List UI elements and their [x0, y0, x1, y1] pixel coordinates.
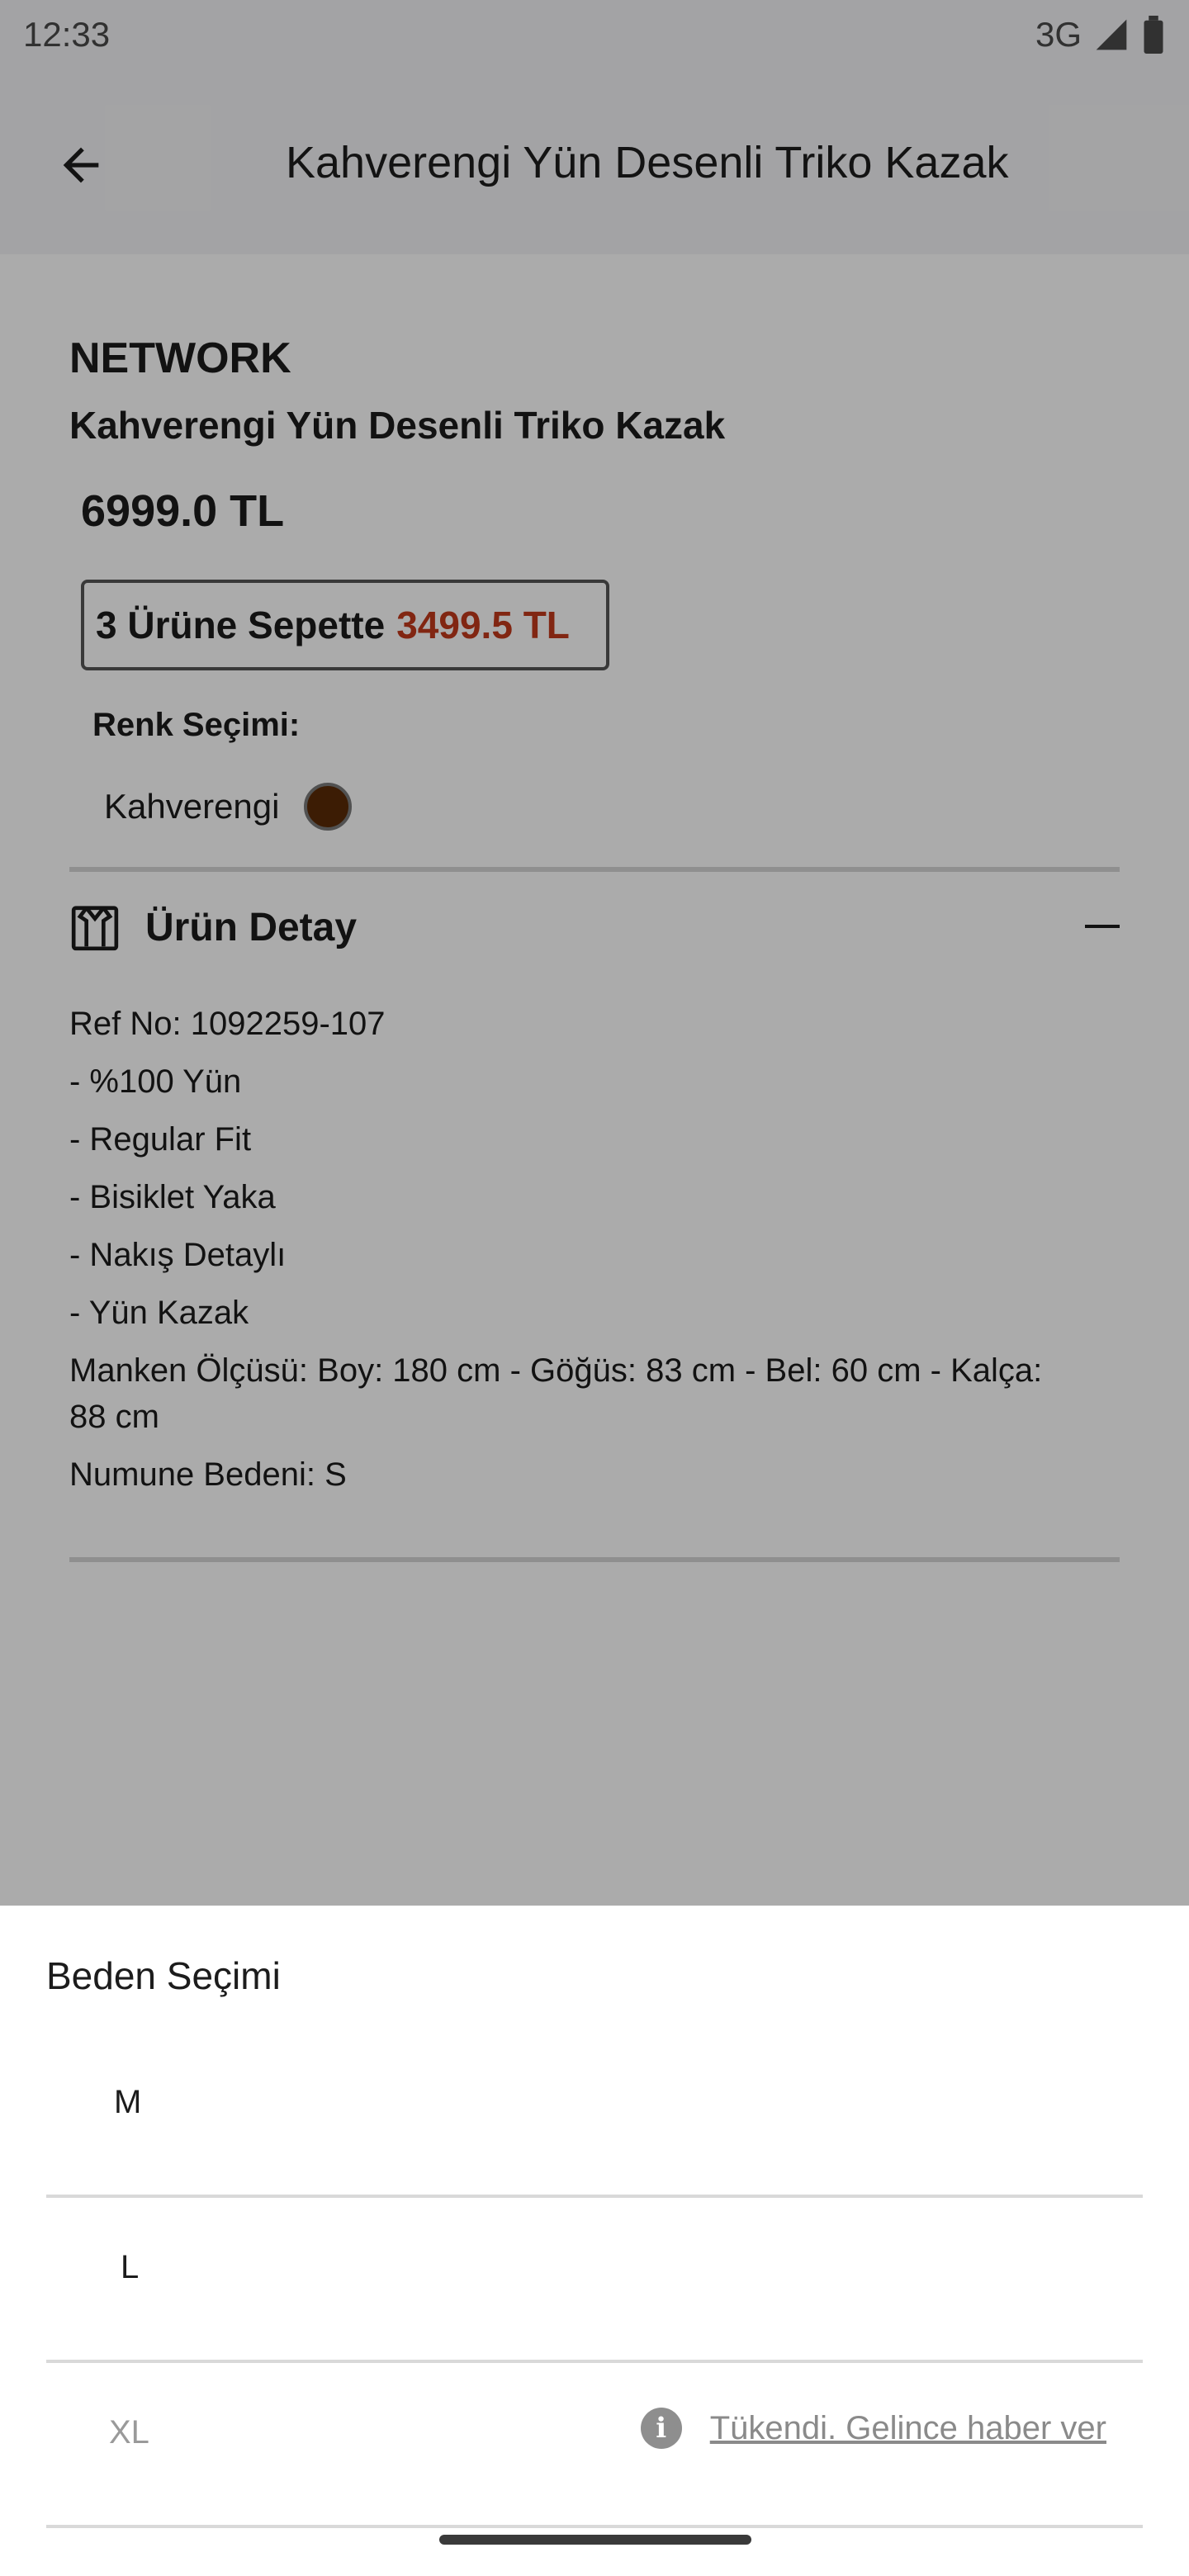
- size-label: M: [114, 2084, 142, 2120]
- info-icon: i: [640, 2408, 682, 2449]
- size-label: XL: [109, 2414, 149, 2451]
- size-option-l[interactable]: L: [46, 2198, 1143, 2363]
- notify-me-link[interactable]: Tükendi. Gelince haber ver: [710, 2410, 1106, 2447]
- modal-scrim[interactable]: [0, 0, 1189, 1906]
- out-of-stock-notice[interactable]: i Tükendi. Gelince haber ver: [640, 2408, 1106, 2449]
- home-indicator[interactable]: [439, 2535, 751, 2545]
- size-selection-sheet: Beden Seçimi M L XL i Tükendi. Gelince h…: [0, 1906, 1189, 2576]
- sheet-title: Beden Seçimi: [46, 1954, 281, 1997]
- size-option-m[interactable]: M: [46, 2033, 1143, 2198]
- size-label: L: [121, 2249, 140, 2285]
- size-option-xl: XL i Tükendi. Gelince haber ver: [46, 2363, 1143, 2528]
